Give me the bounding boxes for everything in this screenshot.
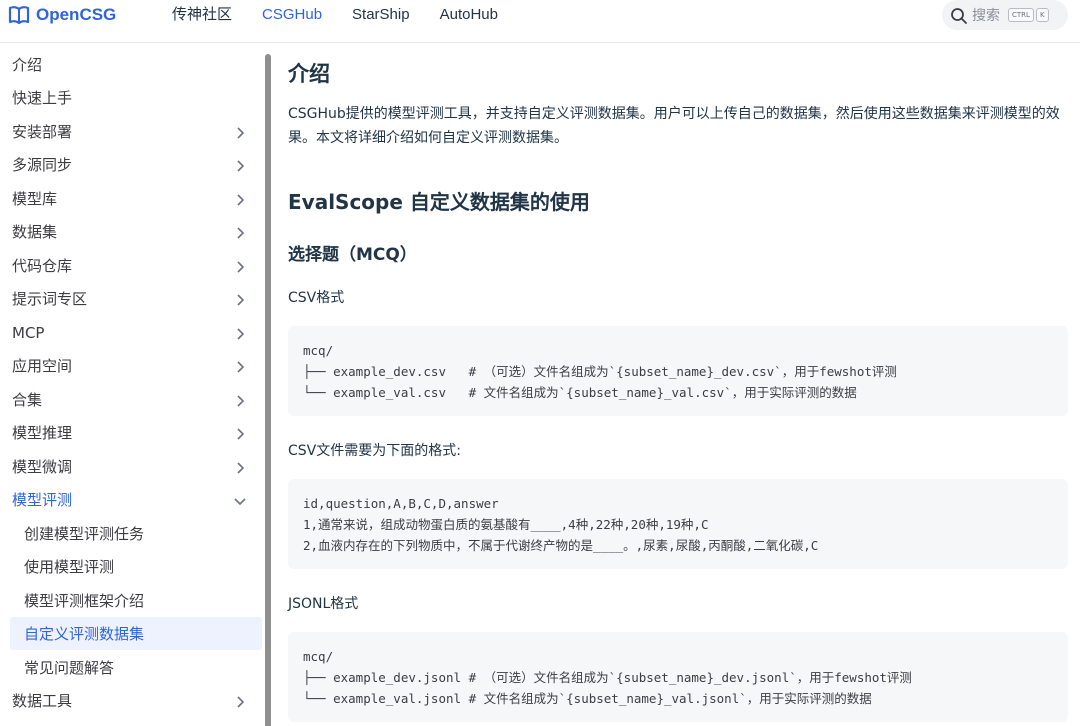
sidebar-item-label: 自定义评测数据集 — [24, 625, 145, 643]
sidebar-item-finetune[interactable]: 模型微调 — [0, 450, 262, 483]
sidebar-item-label: 数据工具 — [12, 692, 73, 710]
site-logo[interactable]: OpenCSG — [8, 2, 116, 28]
kbd-ctrl: CTRL — [1008, 8, 1034, 22]
sidebar: 介绍 快速上手 安装部署 多源同步 模型库 数据集 代码仓库 提示词专区 MCP… — [0, 44, 264, 726]
chevron-right-icon[interactable] — [234, 125, 246, 139]
logo-text: OpenCSG — [36, 5, 117, 24]
sidebar-scrollbar[interactable] — [264, 44, 272, 726]
sidebar-item-label: 快速上手 — [12, 89, 73, 107]
sidebar-item-mcp[interactable]: MCP — [0, 316, 262, 349]
chevron-right-icon[interactable] — [234, 292, 246, 306]
chevron-right-icon[interactable] — [234, 158, 246, 172]
search-icon — [950, 7, 967, 24]
sidebar-item-code-repos[interactable]: 代码仓库 — [0, 249, 262, 282]
section-heading: EvalScope 自定义数据集的使用 — [288, 190, 590, 214]
intro-paragraph: CSGHub提供的模型评测工具，并支持自定义评测数据集。用户可以上传自己的数据集… — [288, 106, 1060, 146]
sidebar-item-label: 代码仓库 — [12, 257, 73, 275]
sidebar-item-label: 合集 — [12, 391, 43, 409]
sidebar-item-quickstart[interactable]: 快速上手 — [0, 81, 262, 114]
sidebar-item-label: 介绍 — [12, 56, 43, 74]
sidebar-item-label: 数据集 — [12, 223, 58, 241]
chevron-right-icon[interactable] — [234, 460, 246, 474]
sidebar-item-label: 创建模型评测任务 — [24, 525, 145, 543]
sidebar-item-label: 提示词专区 — [12, 290, 88, 308]
sidebar-item-label: 模型微调 — [12, 458, 73, 476]
kbd-k: K — [1035, 8, 1049, 22]
sidebar-item-intro[interactable]: 介绍 — [0, 48, 262, 81]
search-label: 搜索 — [972, 8, 1000, 24]
sidebar-item-evaluation[interactable]: 模型评测 — [0, 483, 262, 516]
chevron-right-icon[interactable] — [234, 225, 246, 239]
doc-content: 介绍 CSGHub提供的模型评测工具，并支持自定义评测数据集。用户可以上传自己的… — [288, 44, 1068, 726]
search-button[interactable]: 搜索 CTRL K — [942, 0, 1068, 30]
sidebar-item-install[interactable]: 安装部署 — [0, 115, 262, 148]
chevron-right-icon[interactable] — [234, 694, 246, 708]
code-block-csv-sample: id,question,A,B,C,D,answer 1,通常来说，组成动物蛋白… — [288, 479, 1068, 569]
nav-item-starship[interactable]: StarShip — [352, 6, 410, 24]
jsonl-format-heading: JSONL格式 — [288, 596, 359, 612]
sidebar-item-label: 多源同步 — [12, 156, 73, 174]
csv-format-heading: CSV格式 — [288, 290, 345, 306]
scroll-up-arrow-icon[interactable] — [265, 44, 271, 58]
sidebar-subitem-faq[interactable]: 常见问题解答 — [0, 651, 262, 684]
subsection-heading: 选择题（MCQ） — [288, 245, 417, 265]
nav-item-chuanshen[interactable]: 传神社区 — [172, 6, 232, 24]
top-navbar: OpenCSG 传神社区 CSGHub StarShip AutoHub 搜索 … — [0, 0, 1080, 43]
sidebar-subitem-custom-eval-datasets[interactable]: 自定义评测数据集 — [10, 617, 262, 650]
sidebar-item-label: 模型库 — [12, 190, 58, 208]
sidebar-subitem-use-eval[interactable]: 使用模型评测 — [0, 550, 262, 583]
code-block-jsonl-structure: mcq/ ├── example_dev.jsonl # （可选）文件名组成为`… — [288, 632, 1068, 722]
chevron-right-icon[interactable] — [234, 192, 246, 206]
scrollbar-thumb[interactable] — [265, 54, 271, 726]
sidebar-item-collections[interactable]: 合集 — [0, 383, 262, 416]
chevron-right-icon[interactable] — [234, 393, 246, 407]
book-logo-icon — [8, 5, 30, 25]
sidebar-item-multisource-sync[interactable]: 多源同步 — [0, 148, 262, 181]
sidebar-item-prompts[interactable]: 提示词专区 — [0, 282, 262, 315]
sidebar-item-label: 模型评测框架介绍 — [24, 592, 145, 610]
sidebar-item-label: 模型推理 — [12, 424, 73, 442]
nav-item-autohub[interactable]: AutoHub — [440, 6, 498, 24]
chevron-down-icon[interactable] — [234, 493, 246, 506]
search-shortcut: CTRL K — [1008, 8, 1049, 22]
chevron-right-icon[interactable] — [234, 326, 246, 340]
sidebar-item-label: 应用空间 — [12, 357, 73, 375]
sidebar-item-data-tools[interactable]: 数据工具 — [0, 684, 262, 717]
chevron-right-icon[interactable] — [234, 426, 246, 440]
main-nav: 传神社区 CSGHub StarShip AutoHub — [172, 6, 528, 24]
sidebar-subitem-create-eval-task[interactable]: 创建模型评测任务 — [0, 517, 262, 550]
sidebar-subitem-eval-frameworks[interactable]: 模型评测框架介绍 — [0, 584, 262, 617]
sidebar-item-label: 使用模型评测 — [24, 558, 115, 576]
sidebar-item-label: 模型评测 — [12, 491, 73, 509]
sidebar-item-datasets[interactable]: 数据集 — [0, 215, 262, 248]
chevron-right-icon[interactable] — [234, 359, 246, 373]
sidebar-item-models[interactable]: 模型库 — [0, 182, 262, 215]
page-title: 介绍 — [288, 62, 330, 86]
sidebar-item-label: MCP — [12, 323, 45, 342]
code-block-csv-structure: mcq/ ├── example_dev.csv # （可选）文件名组成为`{s… — [288, 326, 1068, 416]
csv-format-note: CSV文件需要为下面的格式: — [288, 443, 461, 459]
chevron-right-icon[interactable] — [234, 259, 246, 273]
sidebar-item-inference[interactable]: 模型推理 — [0, 416, 262, 449]
sidebar-item-label: 安装部署 — [12, 123, 73, 141]
sidebar-item-spaces[interactable]: 应用空间 — [0, 349, 262, 382]
nav-item-csghub[interactable]: CSGHub — [262, 6, 322, 24]
sidebar-item-label: 常见问题解答 — [24, 659, 115, 677]
